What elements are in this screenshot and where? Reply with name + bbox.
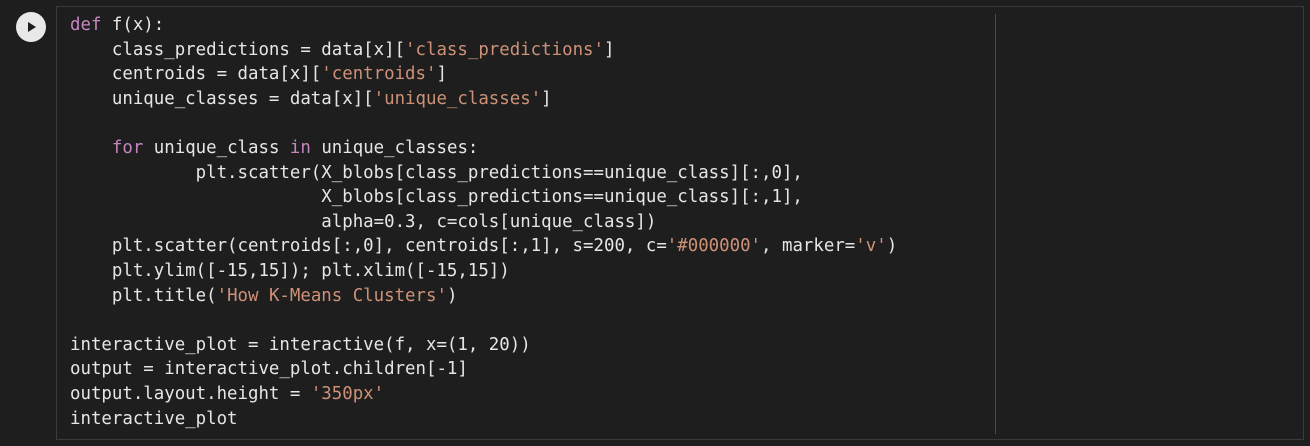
code-token: unique_classes: (310, 137, 479, 158)
code-line: unique_classes = data[x]['unique_classes… (70, 87, 897, 112)
string-token: 'centroids' (321, 64, 437, 85)
code-cell: def f(x): class_predictions = data[x]['c… (0, 0, 1310, 446)
string-token: 'unique_classes' (373, 88, 542, 109)
code-token: plt.title( (70, 285, 217, 306)
code-line: for unique_class in unique_classes: (70, 136, 897, 161)
code-token: interactive_plot (70, 408, 238, 429)
keyword-token: for (111, 137, 144, 158)
code-line: plt.ylim([-15,15]); plt.xlim([-15,15]) (70, 259, 897, 284)
code-line: alpha=0.3, c=cols[unique_class]) (70, 210, 897, 235)
keyword-token: def (70, 15, 102, 35)
play-icon (28, 22, 36, 32)
code-token: ) (446, 285, 458, 306)
code-token: X_blobs[class_predictions==unique_class]… (70, 187, 803, 208)
code-token: ] (603, 39, 615, 60)
code-token: plt.scatter(centroids[:,0], centroids[:,… (70, 236, 667, 257)
cell-gutter (0, 0, 56, 446)
string-token: 'How K-Means Clusters' (216, 285, 447, 306)
code-line: output.layout.height = '350px' (70, 382, 897, 407)
code-line: output = interactive_plot.children[-1] (70, 357, 897, 382)
code-token: class_predictions = data[x][ (70, 39, 406, 60)
code-token: f(x): (101, 15, 165, 35)
run-cell-button[interactable] (16, 12, 46, 42)
code-line: def f(x): (70, 13, 897, 38)
code-line: X_blobs[class_predictions==unique_class]… (70, 185, 897, 210)
code-line: centroids = data[x]['centroids'] (70, 62, 897, 87)
code-token: ] (436, 64, 447, 85)
code-token: alpha=0.3, c=cols[unique_class]) (70, 211, 657, 232)
code-line: plt.scatter(centroids[:,0], centroids[:,… (70, 234, 897, 259)
code-line: plt.scatter(X_blobs[class_predictions==u… (70, 161, 897, 186)
code-token: unique_class (143, 137, 290, 158)
code-token: centroids = data[x][ (70, 64, 322, 85)
code-token: interactive_plot = interactive(f, x=(1, … (70, 334, 531, 355)
line-length-ruler (995, 14, 996, 434)
code-line: class_predictions = data[x]['class_predi… (70, 38, 897, 63)
string-token: 'class_predictions' (405, 39, 604, 60)
code-token: ] (541, 88, 552, 109)
code-editor[interactable]: def f(x): class_predictions = data[x]['c… (70, 13, 897, 431)
code-line: interactive_plot = interactive(f, x=(1, … (70, 333, 897, 358)
code-token: ) (886, 236, 898, 257)
string-token: '#000000' (666, 236, 762, 257)
keyword-token: in (289, 137, 311, 158)
code-token: plt.scatter(X_blobs[class_predictions==u… (70, 162, 803, 183)
code-token: output.layout.height = (70, 383, 311, 404)
code-token: unique_classes = data[x][ (70, 88, 374, 109)
string-token: 'v' (855, 236, 887, 257)
code-token: output = interactive_plot.children[-1] (70, 359, 468, 380)
code-token: , marker= (761, 236, 856, 257)
code-line: interactive_plot (70, 407, 897, 432)
string-token: '350px' (310, 383, 385, 404)
code-line: plt.title('How K-Means Clusters') (70, 284, 897, 309)
code-token: plt.ylim([-15,15]); plt.xlim([-15,15]) (70, 260, 510, 281)
